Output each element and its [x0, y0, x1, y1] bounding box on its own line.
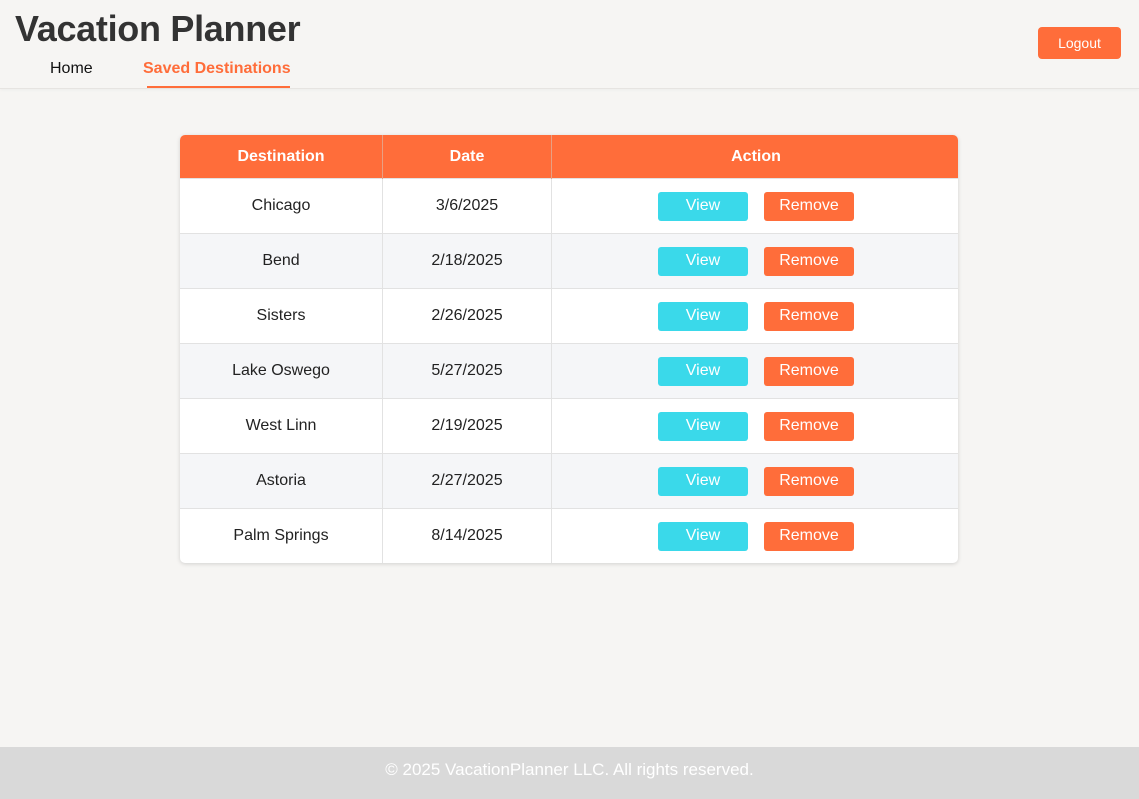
- destination-cell: Lake Oswego: [180, 343, 383, 399]
- date-cell: 2/18/2025: [382, 233, 552, 289]
- view-button[interactable]: View: [658, 246, 748, 276]
- view-button[interactable]: View: [658, 191, 748, 221]
- date-cell: 2/19/2025: [382, 398, 552, 454]
- nav-link-saved-destinations[interactable]: Saved Destinations: [143, 58, 291, 80]
- table-row: West Linn 2/19/2025 View Remove: [180, 398, 958, 454]
- footer-copyright: © 2025 VacationPlanner LLC. All rights r…: [385, 760, 754, 779]
- remove-button[interactable]: Remove: [764, 301, 854, 331]
- destination-cell: Palm Springs: [180, 508, 383, 563]
- destination-cell: Bend: [180, 233, 383, 289]
- destination-cell: West Linn: [180, 398, 383, 454]
- date-cell: 2/26/2025: [382, 288, 552, 344]
- remove-button[interactable]: Remove: [764, 246, 854, 276]
- table-row: Palm Springs 8/14/2025 View Remove: [180, 508, 958, 563]
- action-cell: View Remove: [551, 178, 958, 234]
- action-cell: View Remove: [551, 343, 958, 399]
- logout-button[interactable]: Logout: [1038, 27, 1121, 59]
- view-button[interactable]: View: [658, 466, 748, 496]
- action-cell: View Remove: [551, 233, 958, 289]
- date-cell: 8/14/2025: [382, 508, 552, 563]
- action-cell: View Remove: [551, 508, 958, 563]
- active-nav-indicator: [147, 86, 290, 88]
- column-header-destination: Destination: [180, 135, 383, 179]
- nav-link-home[interactable]: Home: [50, 58, 93, 80]
- action-cell: View Remove: [551, 288, 958, 344]
- view-button[interactable]: View: [658, 301, 748, 331]
- view-button[interactable]: View: [658, 356, 748, 386]
- destination-cell: Chicago: [180, 178, 383, 234]
- date-cell: 5/27/2025: [382, 343, 552, 399]
- column-header-action: Action: [551, 135, 958, 179]
- remove-button[interactable]: Remove: [764, 411, 854, 441]
- remove-button[interactable]: Remove: [764, 521, 854, 551]
- table-row: Bend 2/18/2025 View Remove: [180, 233, 958, 289]
- destination-cell: Astoria: [180, 453, 383, 509]
- action-cell: View Remove: [551, 398, 958, 454]
- date-cell: 2/27/2025: [382, 453, 552, 509]
- table-row: Lake Oswego 5/27/2025 View Remove: [180, 343, 958, 399]
- app-title: Vacation Planner: [15, 8, 301, 49]
- saved-destinations-table-card: Destination Date Action Chicago 3/6/2025 V…: [180, 135, 958, 563]
- page-footer: © 2025 VacationPlanner LLC. All rights r…: [0, 747, 1139, 799]
- page-header: Vacation Planner Home Saved Destinations…: [0, 0, 1139, 89]
- table-header-row: Destination Date Action: [180, 135, 958, 179]
- table-row: Chicago 3/6/2025 View Remove: [180, 178, 958, 234]
- column-header-date: Date: [382, 135, 552, 179]
- date-cell: 3/6/2025: [382, 178, 552, 234]
- action-cell: View Remove: [551, 453, 958, 509]
- remove-button[interactable]: Remove: [764, 356, 854, 386]
- saved-destinations-table: Destination Date Action Chicago 3/6/2025 V…: [180, 135, 958, 563]
- table-row: Astoria 2/27/2025 View Remove: [180, 453, 958, 509]
- remove-button[interactable]: Remove: [764, 191, 854, 221]
- destination-cell: Sisters: [180, 288, 383, 344]
- remove-button[interactable]: Remove: [764, 466, 854, 496]
- view-button[interactable]: View: [658, 521, 748, 551]
- table-body: Chicago 3/6/2025 View Remove Bend 2/18/2025 Vi…: [180, 178, 958, 563]
- view-button[interactable]: View: [658, 411, 748, 441]
- table-row: Sisters 2/26/2025 View Remove: [180, 288, 958, 344]
